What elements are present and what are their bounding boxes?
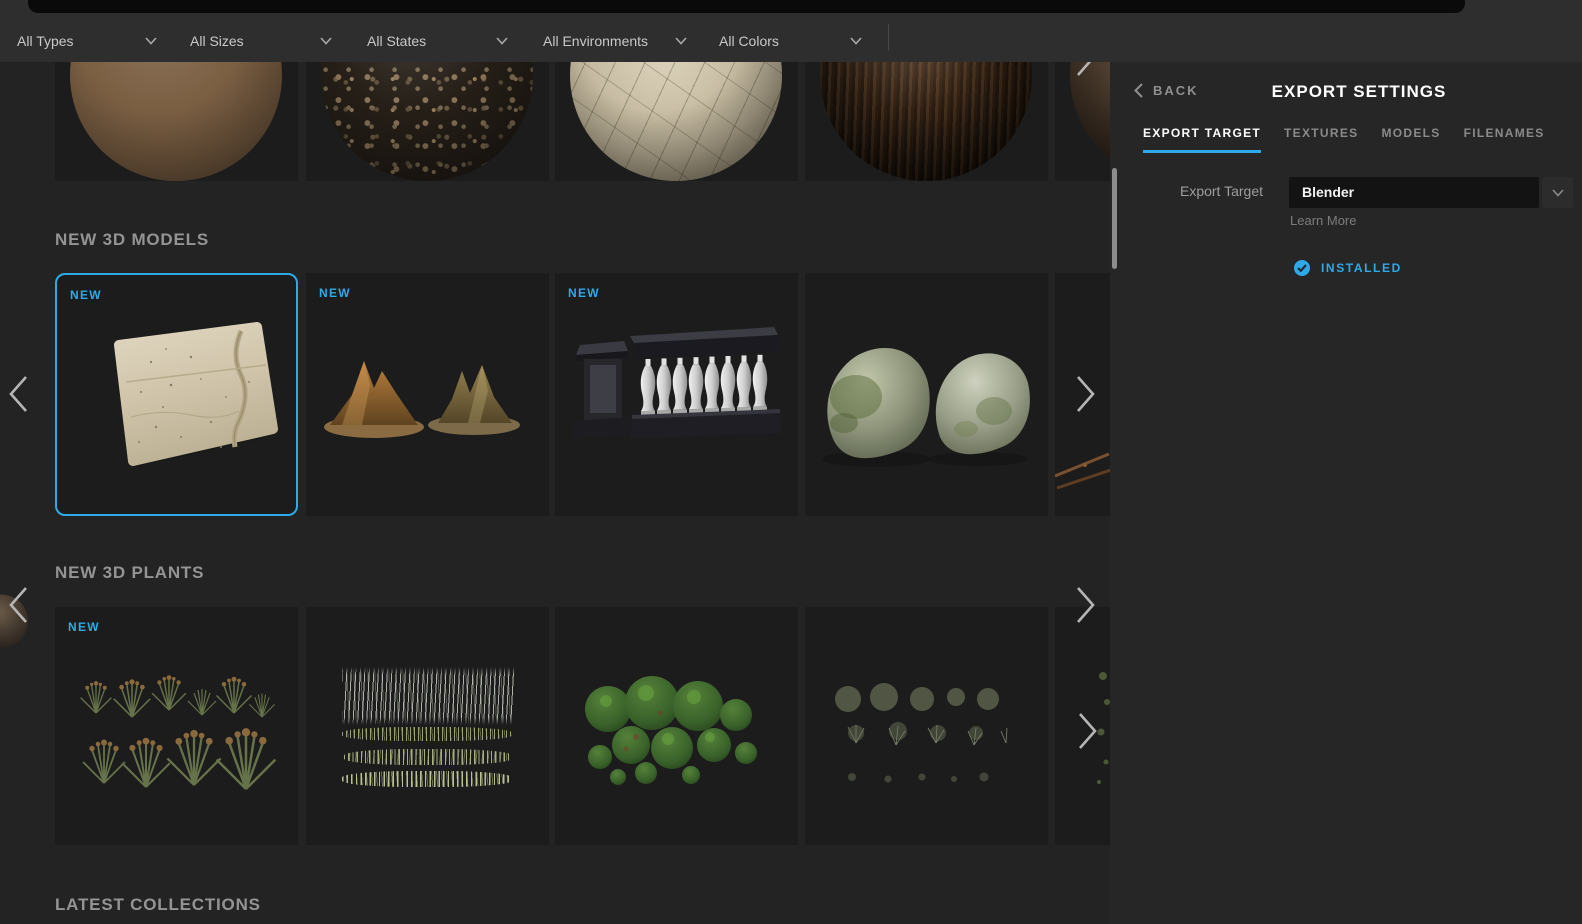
- section-heading-plants: NEW 3D PLANTS: [55, 563, 205, 582]
- grass-row: [344, 749, 512, 765]
- new-badge: NEW: [568, 286, 600, 300]
- brown-soil-sphere: [70, 62, 282, 181]
- materials-row: [0, 62, 1110, 181]
- learn-more-link[interactable]: Learn More: [1290, 213, 1356, 228]
- models-row: NEW NEW NEW: [0, 273, 1110, 653]
- chevron-right-icon[interactable]: [1076, 374, 1096, 414]
- export-settings-panel: BACK EXPORT SETTINGS EXPORT TARGET TEXTU…: [1110, 62, 1582, 924]
- filter-all-states[interactable]: All States: [367, 32, 508, 50]
- search-bar-bottom-edge: [28, 0, 1465, 13]
- grass-row: [342, 727, 512, 741]
- plant-card-green-shrubs[interactable]: [555, 607, 798, 845]
- gravel-sphere: [321, 62, 533, 181]
- filter-all-sizes[interactable]: All Sizes: [190, 32, 332, 50]
- filter-bar-divider: [888, 24, 889, 51]
- new-badge: NEW: [68, 620, 100, 634]
- tall-reed-grass-image: [342, 667, 514, 725]
- asset-browser: NEW 3D MODELS NEW NEW NEW NEW 3D PLANTS …: [0, 62, 1110, 924]
- model-card-desert-terrain[interactable]: NEW: [55, 273, 298, 516]
- dark-sphere-partial: [1070, 62, 1110, 181]
- quixel-bridge-window: { "filter_bar": { "items": [ {"label": "…: [0, 0, 1582, 924]
- tab-models[interactable]: MODELS: [1381, 126, 1440, 149]
- mossy-rocks-image: [822, 347, 1030, 467]
- plant-card-sparse-shrubs[interactable]: [805, 607, 1048, 845]
- material-card-brown-soil[interactable]: [55, 62, 298, 181]
- sparse-sage-shrubs-image: [835, 683, 1008, 783]
- filter-label: All Environments: [543, 33, 649, 49]
- installed-status: INSTALLED: [1294, 260, 1402, 276]
- filter-label: All Types: [17, 33, 74, 49]
- chevron-down-icon: [320, 37, 332, 45]
- green-shrubs-image: [585, 676, 757, 785]
- chevron-down-icon: [1551, 188, 1564, 197]
- branches-partial-image: [1055, 452, 1110, 490]
- chevron-right-icon[interactable]: [1076, 585, 1096, 625]
- tab-textures[interactable]: TEXTURES: [1284, 126, 1358, 149]
- export-target-label: Export Target: [1179, 183, 1263, 199]
- filter-all-colors[interactable]: All Colors: [719, 32, 862, 50]
- check-circle-icon: [1294, 260, 1310, 276]
- sand-mounds-image: [324, 361, 520, 438]
- chevron-down-icon: [145, 37, 157, 45]
- chevron-left-icon[interactable]: [8, 585, 28, 625]
- material-card-tree-bark[interactable]: [805, 62, 1048, 181]
- model-card-mossy-rocks[interactable]: [805, 273, 1048, 516]
- chevron-right-icon[interactable]: [1076, 62, 1096, 78]
- material-card-cracked-stone[interactable]: [555, 62, 798, 181]
- export-settings-tabs: EXPORT TARGET TEXTURES MODELS FILENAMES: [1143, 126, 1545, 153]
- installed-label: INSTALLED: [1321, 261, 1402, 275]
- tab-filenames[interactable]: FILENAMES: [1464, 126, 1545, 149]
- plant-card-tall-reeds[interactable]: [306, 607, 549, 845]
- filter-label: All States: [367, 33, 427, 49]
- desert-terrain-plane-image: [114, 322, 278, 467]
- tree-bark-sphere: [820, 62, 1032, 181]
- chevron-left-icon[interactable]: [8, 374, 28, 414]
- cracked-stone-sphere: [570, 62, 782, 181]
- new-badge: NEW: [70, 288, 102, 302]
- export-target-select-arrow[interactable]: [1542, 177, 1573, 208]
- model-card-balustrade[interactable]: NEW: [555, 273, 798, 516]
- new-badge: NEW: [319, 286, 351, 300]
- chevron-down-icon: [496, 37, 508, 45]
- filter-label: All Colors: [719, 33, 779, 49]
- filter-all-types[interactable]: All Types: [17, 32, 157, 50]
- section-heading-models: NEW 3D MODELS: [55, 230, 209, 249]
- section-heading-collections: LATEST COLLECTIONS: [55, 895, 261, 914]
- material-card-partial[interactable]: [1055, 62, 1110, 181]
- plant-card-dry-rushes[interactable]: NEW: [55, 607, 298, 845]
- chevron-down-icon: [675, 37, 687, 45]
- filter-all-environments[interactable]: All Environments: [543, 32, 687, 50]
- marble-balustrade-image: [570, 327, 782, 439]
- tab-export-target[interactable]: EXPORT TARGET: [1143, 126, 1262, 153]
- plants-row: NEW: [0, 607, 1110, 845]
- chevron-right-icon[interactable]: [1078, 711, 1098, 751]
- filter-label: All Sizes: [190, 33, 244, 49]
- panel-title: EXPORT SETTINGS: [1271, 82, 1447, 101]
- chevron-down-icon: [850, 37, 862, 45]
- export-target-select[interactable]: Blender: [1289, 177, 1539, 208]
- dry-rush-plants-image: [79, 675, 277, 791]
- material-card-gravel[interactable]: [306, 62, 549, 181]
- model-card-sand-mounds[interactable]: NEW: [306, 273, 549, 516]
- vertical-scrollbar-thumb[interactable]: [1112, 168, 1117, 269]
- grass-row: [342, 771, 512, 787]
